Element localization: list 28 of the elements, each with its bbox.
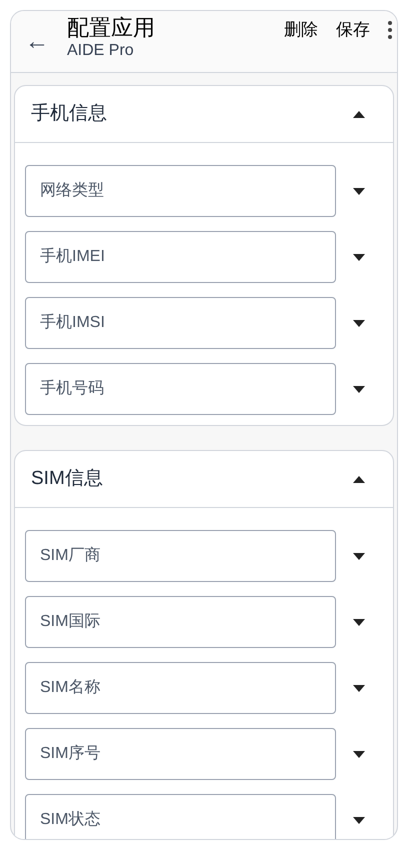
dropdown-icon[interactable] [353,684,365,692]
action-button[interactable]: 保存 [327,16,379,42]
dropdown-field[interactable]: 手机IMSI [25,297,336,349]
dropdown-icon[interactable] [353,618,365,626]
dropdown-field[interactable]: SIM厂商 [25,530,336,582]
action-button[interactable]: 删除 [275,16,327,42]
section-title: SIM信息 [31,466,103,491]
dropdown-field[interactable]: 手机IMEI [25,231,336,283]
dropdown-icon[interactable] [353,552,365,560]
dropdown-field[interactable]: SIM序号 [25,728,336,780]
back-button[interactable]: ← [19,22,55,62]
dropdown-field[interactable]: SIM名称 [25,662,336,714]
dropdown-field[interactable]: 手机号码 [25,363,336,415]
dropdown-icon[interactable] [353,750,365,758]
dropdown-icon[interactable] [353,320,365,326]
collapse-icon[interactable] [353,476,365,482]
collapse-icon[interactable] [353,110,365,118]
dropdown-field[interactable]: SIM状态 [25,794,336,839]
dropdown-field[interactable]: 网络类型 [25,165,336,217]
more-icon[interactable] [387,20,393,40]
dropdown-field[interactable]: SIM国际 [25,596,336,648]
dropdown-icon[interactable] [353,254,365,260]
app-name: AIDE Pro [67,41,135,62]
dropdown-icon[interactable] [353,188,365,194]
dropdown-icon[interactable] [353,816,365,824]
screen-title: 配置应用 [67,14,156,42]
section-title: 手机信息 [31,102,107,126]
dropdown-icon[interactable] [353,386,365,392]
